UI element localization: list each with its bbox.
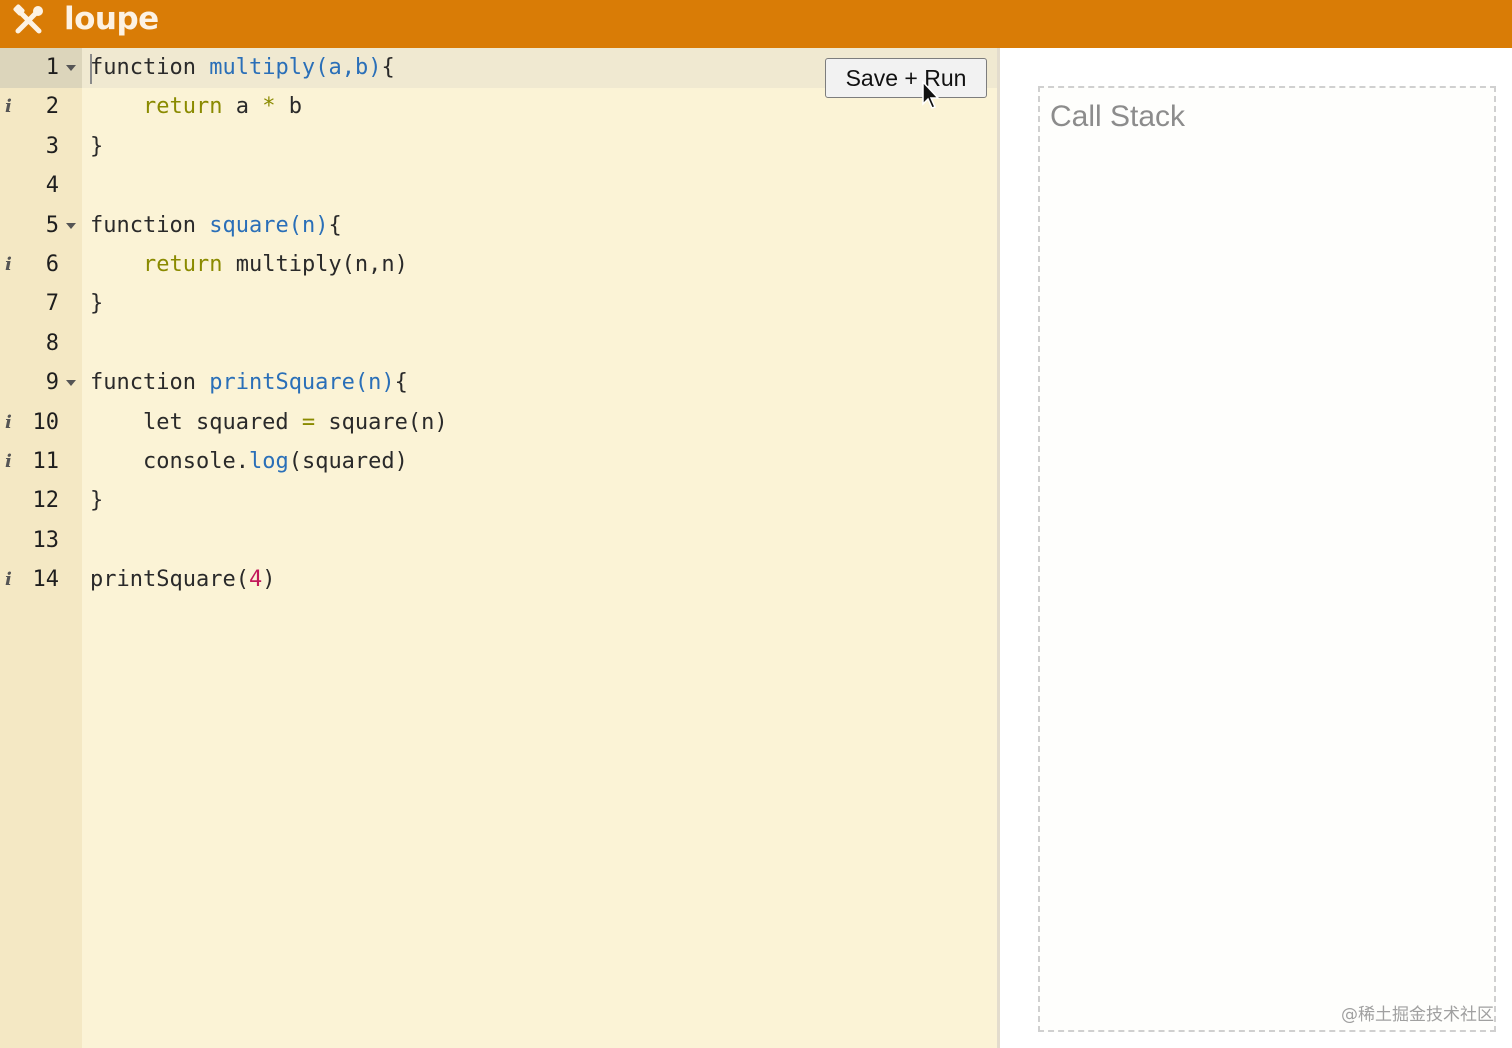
call-stack-panel: Call Stack: [1038, 86, 1496, 1032]
code-token: (: [315, 55, 329, 80]
code-token: console.: [90, 449, 249, 474]
code-line[interactable]: 4: [0, 166, 997, 206]
fold-arrow-icon[interactable]: [66, 222, 76, 229]
code-token: printSquare(: [90, 567, 249, 593]
code-text: }: [90, 487, 103, 515]
code-token: ): [368, 55, 382, 80]
code-token: function: [90, 212, 210, 238]
code-token: return: [142, 94, 223, 120]
code-editor[interactable]: 1 function multiply(a,b){i 2 return a * b3…: [0, 48, 997, 1048]
app-title: loupe: [64, 1, 159, 37]
code-token: printSquare: [209, 370, 355, 396]
code-line[interactable]: 13: [0, 521, 997, 561]
code-token: function: [90, 370, 210, 396]
code-text: printSquare(4): [90, 566, 275, 594]
code-token: (squared): [288, 449, 408, 474]
code-token: 4: [248, 567, 263, 593]
line-number: 4: [45, 173, 59, 199]
line-number: 12: [32, 488, 60, 514]
code-token: multiply(n,n): [222, 252, 408, 277]
fold-arrow-icon[interactable]: [66, 65, 76, 71]
code-token: }: [90, 291, 104, 317]
code-token: n: [301, 212, 316, 238]
code-token: {: [394, 370, 408, 396]
save-run-button[interactable]: Save + Run: [825, 58, 987, 98]
code-text: return a * b: [90, 93, 302, 121]
line-number: 7: [45, 291, 59, 317]
code-token: square(n): [315, 409, 448, 435]
code-token: {: [381, 55, 395, 80]
line-number: 6: [45, 252, 59, 277]
code-token: =: [301, 409, 316, 435]
code-token: ): [315, 212, 329, 238]
line-number: 2: [45, 94, 59, 120]
watermark: @稀土掘金技术社区: [1341, 1005, 1494, 1025]
code-line[interactable]: i6 return multiply(n,n): [0, 245, 997, 285]
code-token: ): [381, 370, 395, 396]
code-line[interactable]: 3}: [0, 127, 997, 167]
code-text: function printSquare(n){: [90, 369, 408, 397]
tools-icon: [10, 3, 48, 37]
code-token: function: [90, 55, 210, 80]
code-line[interactable]: 12}: [0, 481, 997, 521]
line-number: 11: [32, 449, 60, 474]
line-number: 1: [45, 55, 59, 80]
code-line[interactable]: i 14 printSquare(4): [0, 560, 997, 600]
line-number: 8: [45, 330, 59, 356]
code-line[interactable]: 5 function square(n){: [0, 206, 997, 246]
text-cursor: [90, 54, 92, 84]
code-token: {: [328, 212, 342, 238]
code-text: }: [90, 290, 103, 318]
code-token: b: [354, 55, 369, 80]
code-token: }: [90, 488, 104, 514]
code-token: multiply: [209, 55, 316, 80]
code-line[interactable]: i 10 let squared = square(n): [0, 403, 997, 443]
code-line[interactable]: 9 function printSquare(n){: [0, 363, 997, 403]
call-stack-title: Call Stack: [1050, 100, 1186, 133]
code-token: a: [222, 94, 263, 120]
code-token: let squared: [90, 409, 302, 435]
code-token: a: [328, 55, 342, 80]
code-token: ): [262, 567, 276, 593]
line-number: 10: [32, 409, 60, 435]
code-text: let squared = square(n): [90, 409, 448, 437]
top-bar: loupe: [0, 0, 1512, 48]
code-token: square: [209, 212, 289, 238]
code-text: console.log(squared): [90, 448, 408, 476]
line-number: 5: [45, 212, 59, 238]
code-line[interactable]: i 11 console.log(squared): [0, 442, 997, 482]
code-text: function square(n){: [90, 212, 342, 240]
code-token: ,: [341, 55, 355, 80]
code-token: (: [288, 212, 302, 238]
code-token: n: [368, 370, 382, 396]
mouse-pointer-icon: [922, 80, 940, 109]
code-token: return: [142, 252, 223, 277]
code-text: function multiply(a,b){: [90, 54, 395, 82]
fold-arrow-icon[interactable]: [66, 380, 76, 387]
code-token: *: [262, 94, 276, 120]
code-token: log: [248, 449, 289, 474]
line-number: 9: [45, 370, 59, 396]
code-token: b: [275, 94, 302, 120]
code-token: (: [354, 370, 369, 396]
line-number: 14: [32, 567, 60, 593]
code-text: return multiply(n,n): [90, 251, 408, 279]
line-number: 13: [32, 527, 60, 553]
code-text: }: [90, 133, 103, 161]
line-number: 3: [45, 133, 59, 159]
code-line[interactable]: 7}: [0, 284, 997, 324]
code-token: }: [90, 133, 104, 159]
code-line[interactable]: 8: [0, 324, 997, 364]
